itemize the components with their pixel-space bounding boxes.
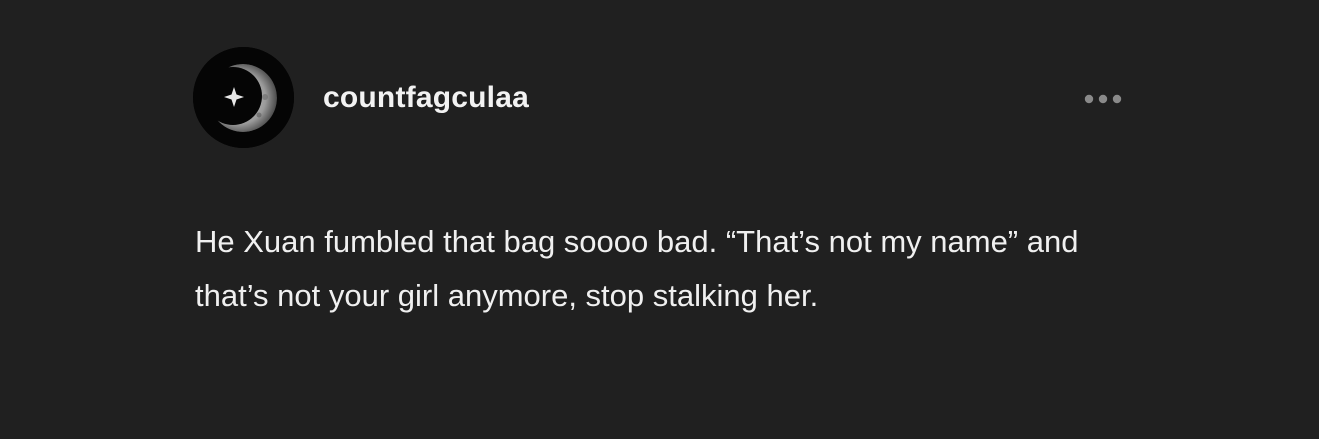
username-link[interactable]: countfagculaa — [323, 81, 529, 115]
ellipsis-icon — [1084, 94, 1122, 104]
more-options-button[interactable] — [1081, 87, 1129, 111]
avatar[interactable] — [193, 47, 294, 148]
post-body-text: He Xuan fumbled that bag soooo bad. “Tha… — [195, 224, 1079, 313]
crescent-moon-icon — [193, 47, 294, 148]
post-card: countfagculaa He Xuan fumbled that bag s… — [0, 0, 1319, 439]
post-header: countfagculaa — [193, 47, 1133, 149]
